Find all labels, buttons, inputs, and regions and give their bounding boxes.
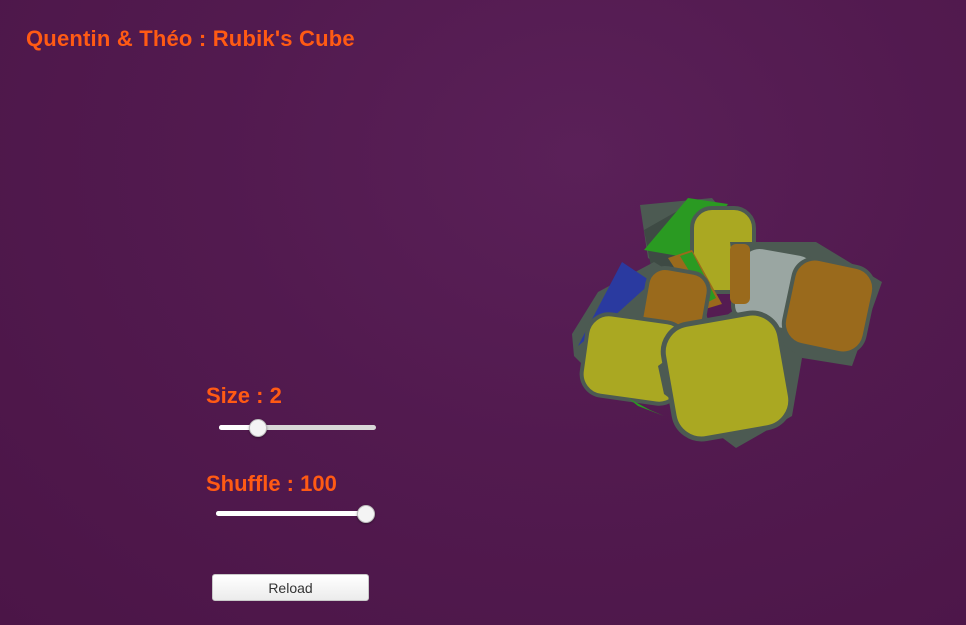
rubiks-cube-viewport[interactable] bbox=[540, 170, 920, 470]
cube-sticker-orange bbox=[781, 256, 877, 356]
shuffle-slider-thumb[interactable] bbox=[357, 505, 375, 523]
shuffle-slider-fill bbox=[216, 511, 365, 516]
page-title: Quentin & Théo : Rubik's Cube bbox=[26, 26, 355, 51]
size-label: Size : 2 bbox=[206, 383, 282, 408]
cube-sticker-orange bbox=[730, 244, 750, 304]
cube-sticker-yellow bbox=[660, 310, 794, 442]
size-slider-thumb[interactable] bbox=[248, 419, 267, 437]
shuffle-label: Shuffle : 100 bbox=[206, 471, 337, 496]
reload-button[interactable]: Reload bbox=[212, 574, 369, 601]
size-slider[interactable] bbox=[219, 418, 376, 438]
rubiks-cube bbox=[572, 198, 882, 448]
shuffle-slider[interactable] bbox=[216, 504, 375, 524]
